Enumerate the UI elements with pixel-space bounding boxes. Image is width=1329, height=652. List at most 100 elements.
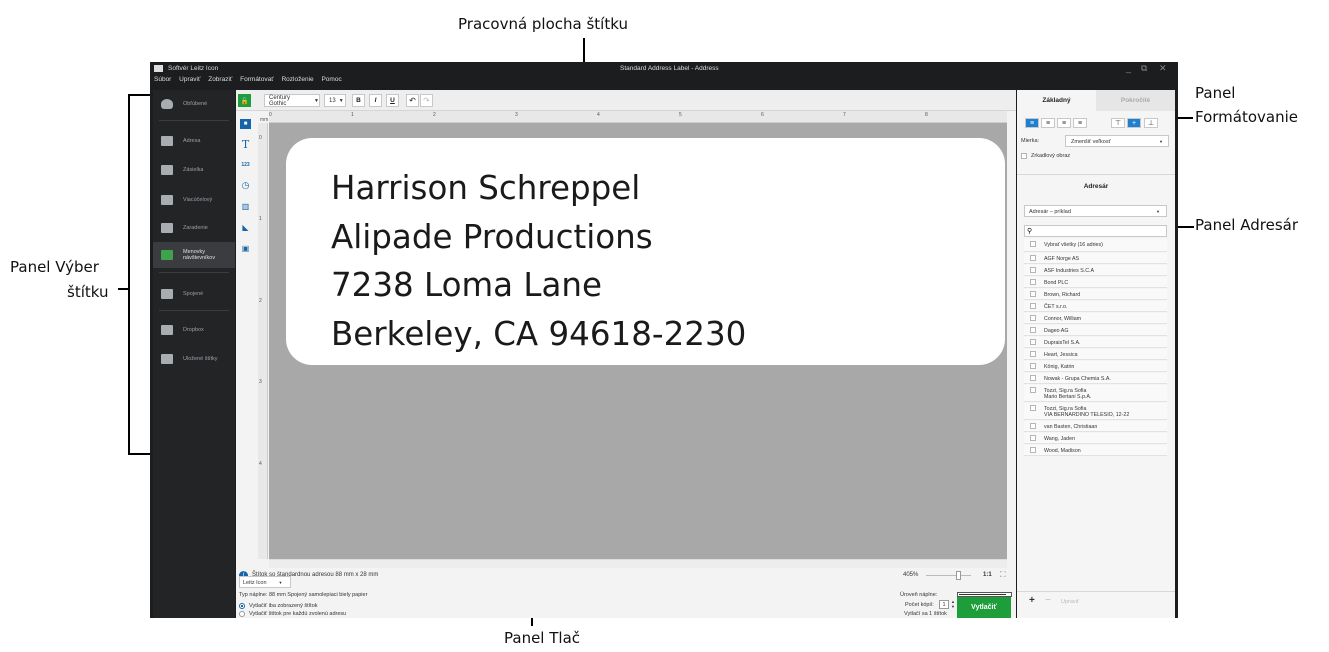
valign-bottom-icon[interactable]: ⊥: [1144, 118, 1158, 128]
sidebar-item-dropbox[interactable]: Dropbox: [153, 316, 235, 344]
address-checkbox[interactable]: [1030, 363, 1036, 369]
remove-address-button[interactable]: −: [1045, 595, 1051, 606]
menu-edit[interactable]: Upraviť: [179, 76, 200, 83]
list-item[interactable]: Connor, William: [1024, 313, 1167, 324]
undo-button[interactable]: ↶: [406, 94, 419, 107]
list-item[interactable]: Brown, Richard: [1024, 289, 1167, 300]
copies-stepper[interactable]: ▲ ▼: [951, 599, 955, 609]
list-item[interactable]: AGF Norge AS: [1024, 253, 1167, 264]
text-tool-icon[interactable]: T: [240, 138, 251, 151]
shape-tool-icon[interactable]: ◣: [240, 222, 251, 232]
menu-view[interactable]: Zobraziť: [208, 76, 232, 83]
align-center-icon[interactable]: ≡: [1041, 118, 1055, 128]
align-justify-icon[interactable]: ≡: [1073, 118, 1087, 128]
print-option-2[interactable]: Vytlačiť štítok pre každú zvolenú adresu: [249, 611, 346, 617]
select-all-row[interactable]: Vybrať všetky (16 adries): [1024, 239, 1167, 252]
align-left-icon[interactable]: ≡: [1025, 118, 1039, 128]
list-item[interactable]: DupraisTel S.A.: [1024, 337, 1167, 348]
sidebar-item-filing[interactable]: Zaradenie: [153, 214, 235, 242]
bold-button[interactable]: B: [352, 94, 365, 107]
address-checkbox[interactable]: [1030, 303, 1036, 309]
printer-select[interactable]: Leitz Icon ▼: [239, 576, 291, 588]
sidebar-item-shipping[interactable]: Zásielka: [153, 156, 235, 184]
tab-advanced[interactable]: Pokročilé: [1096, 90, 1175, 111]
zoom-slider-handle[interactable]: [956, 571, 961, 580]
mirror-checkbox[interactable]: [1021, 153, 1027, 159]
list-item[interactable]: ČET s.r.o.: [1024, 301, 1167, 312]
font-select[interactable]: Century Gothic ▼: [264, 94, 320, 107]
menu-help[interactable]: Pomoc: [321, 76, 341, 83]
address-checkbox[interactable]: [1030, 423, 1036, 429]
lock-icon[interactable]: 🔓: [238, 94, 251, 107]
list-item[interactable]: Dageo AG: [1024, 325, 1167, 336]
addressbook-select[interactable]: Adresár – príklad ▼: [1024, 205, 1167, 217]
maximize-icon[interactable]: ⧉: [1141, 63, 1147, 74]
label-canvas[interactable]: Harrison Schreppel Alipade Productions 7…: [269, 123, 1007, 559]
address-checkbox[interactable]: [1030, 435, 1036, 441]
align-right-icon[interactable]: ≡: [1057, 118, 1071, 128]
menu-file[interactable]: Súbor: [154, 76, 171, 83]
address-checkbox[interactable]: [1030, 375, 1036, 381]
print-option-radio-1[interactable]: [239, 603, 245, 609]
clock-tool-icon[interactable]: ◷: [240, 180, 251, 190]
folder-icon: [161, 223, 173, 233]
list-item[interactable]: König, Katrin: [1024, 361, 1167, 372]
tab-basic[interactable]: Základný: [1017, 90, 1096, 111]
address-tool-icon[interactable]: ■: [240, 119, 251, 129]
valign-top-icon[interactable]: ⊤: [1111, 118, 1125, 128]
address-checkbox[interactable]: [1030, 405, 1036, 411]
select-all-checkbox[interactable]: [1030, 241, 1036, 247]
label-preview[interactable]: Harrison Schreppel Alipade Productions 7…: [286, 138, 1005, 365]
address-checkbox[interactable]: [1030, 255, 1036, 261]
list-item[interactable]: Heart, Jessica: [1024, 349, 1167, 360]
sidebar-item-name-badges[interactable]: Menovky návštevníkov: [153, 242, 235, 268]
scale-select[interactable]: Zmenšiť veľkosť ▼: [1065, 135, 1169, 147]
print-option-radio-2[interactable]: [239, 611, 245, 617]
print-button[interactable]: Vytlačiť: [957, 597, 1011, 618]
address-checkbox[interactable]: [1030, 339, 1036, 345]
addressbook-search-input[interactable]: ⚲: [1024, 225, 1167, 237]
valign-middle-icon[interactable]: +: [1127, 118, 1141, 128]
sidebar-item-favorites[interactable]: Obľúbené: [153, 90, 235, 118]
address-checkbox[interactable]: [1030, 447, 1036, 453]
address-checkbox[interactable]: [1030, 279, 1036, 285]
list-item[interactable]: Wang, Jaden: [1024, 433, 1167, 444]
address-checkbox[interactable]: [1030, 291, 1036, 297]
image-tool-icon[interactable]: ▣: [240, 243, 251, 253]
list-item[interactable]: van Basten, Christiaan: [1024, 421, 1167, 432]
list-item[interactable]: Tozzi, Sig.ra Sofia VIA BERNARDINO TELES…: [1024, 403, 1167, 420]
italic-button[interactable]: I: [369, 94, 382, 107]
zoom-slider[interactable]: [926, 575, 971, 576]
address-checkbox[interactable]: [1030, 327, 1036, 333]
zoom-fit-button[interactable]: 1:1: [983, 572, 992, 578]
sidebar-item-multipurpose[interactable]: Viacúčelový: [153, 186, 235, 214]
minimize-icon[interactable]: _: [1126, 63, 1131, 73]
close-icon[interactable]: ✕: [1159, 63, 1167, 74]
label-text-block[interactable]: Harrison Schreppel Alipade Productions 7…: [331, 164, 746, 358]
add-address-button[interactable]: +: [1029, 595, 1035, 606]
edit-address-button[interactable]: Upraviť: [1061, 599, 1079, 605]
list-item[interactable]: Tozzi, Sig.ra Sofia Mario Bertani S.p.A.: [1024, 385, 1167, 402]
address-checkbox[interactable]: [1030, 387, 1036, 393]
list-item[interactable]: Bond PLC: [1024, 277, 1167, 288]
address-checkbox[interactable]: [1030, 351, 1036, 357]
copies-input[interactable]: 1: [939, 600, 949, 609]
barcode-tool-icon[interactable]: ▥: [240, 201, 251, 211]
print-option-1[interactable]: Vytlačiť iba zobrazený štítok: [249, 603, 318, 609]
menu-format[interactable]: Formátovať: [240, 76, 274, 83]
sidebar-item-saved-labels[interactable]: Uložené štítky: [153, 345, 235, 373]
address-checkbox[interactable]: [1030, 267, 1036, 273]
expand-icon[interactable]: ⛶: [1000, 570, 1006, 580]
sidebar-item-address[interactable]: Adresa: [153, 127, 235, 155]
address-checkbox[interactable]: [1030, 315, 1036, 321]
list-item[interactable]: Wood, Madison: [1024, 445, 1167, 456]
font-size-select[interactable]: 13 ▼: [324, 94, 346, 107]
list-item[interactable]: Nowak - Grupa Chemia S.A.: [1024, 373, 1167, 384]
sidebar-item-continuous[interactable]: Spojené: [153, 280, 235, 308]
redo-button[interactable]: ↷: [420, 94, 433, 107]
horizontal-scrollbar[interactable]: [269, 559, 1007, 568]
underline-button[interactable]: U: [386, 94, 399, 107]
menu-layout[interactable]: Rozloženie: [281, 76, 313, 83]
list-item[interactable]: ASF Industries S.C.A: [1024, 265, 1167, 276]
counter-tool-icon[interactable]: 123: [240, 160, 251, 170]
